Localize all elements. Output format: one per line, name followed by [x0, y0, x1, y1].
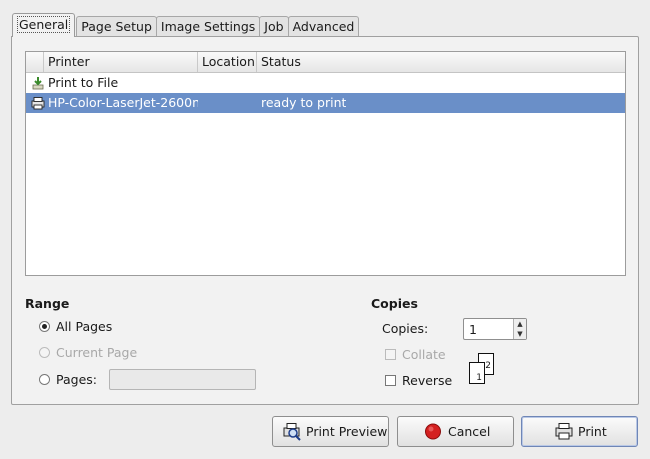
copies-label: Copies: — [382, 321, 429, 336]
printer-name: Print to File — [48, 75, 119, 90]
collate-checkbox[interactable]: Collate — [385, 347, 446, 363]
reverse-checkbox[interactable]: Reverse — [385, 373, 452, 389]
print-label: Print — [578, 424, 607, 439]
all-pages-radio[interactable]: All Pages — [39, 319, 112, 335]
status-column-header[interactable]: Status — [257, 52, 626, 72]
printer-column-header[interactable]: Printer — [44, 52, 198, 72]
tab-image-settings[interactable]: Image Settings — [155, 16, 261, 37]
printer-list-header: Printer Location Status — [26, 52, 625, 73]
printer-list[interactable]: Printer Location Status Print to File HP… — [25, 51, 626, 276]
printer-icon — [555, 423, 573, 440]
current-page-radio[interactable]: Current Page — [39, 345, 137, 361]
reverse-label: Reverse — [402, 373, 453, 388]
check-indicator — [385, 375, 396, 386]
tab-bar: General Page Setup Image Settings Job Ad… — [12, 13, 360, 37]
tab-job-label: Job — [264, 19, 284, 34]
general-page: Printer Location Status Print to File HP… — [11, 36, 639, 405]
collate-label: Collate — [402, 347, 446, 362]
printer-icon — [31, 97, 45, 110]
cancel-icon — [425, 423, 441, 440]
tab-page-setup-label: Page Setup — [81, 19, 152, 34]
all-pages-label: All Pages — [56, 319, 113, 334]
cancel-label: Cancel — [448, 424, 491, 439]
print-preview-icon — [283, 423, 301, 441]
copies-value: 1 — [469, 322, 477, 337]
radio-indicator — [39, 347, 50, 358]
check-indicator — [385, 349, 396, 360]
copies-title: Copies — [371, 296, 418, 311]
pages-label: Pages: — [56, 372, 97, 387]
printer-name: HP-Color-LaserJet-2600n — [48, 95, 198, 110]
tab-page-setup[interactable]: Page Setup — [76, 16, 157, 37]
cancel-button[interactable]: Cancel — [397, 416, 514, 447]
printer-status: ready to print — [261, 95, 347, 110]
printer-row-hp-color-laserjet[interactable]: HP-Color-LaserJet-2600n ready to print — [26, 93, 625, 113]
spin-down-icon[interactable]: ▼ — [514, 329, 526, 339]
tab-general-label: General — [17, 16, 71, 33]
tab-job[interactable]: Job — [259, 16, 289, 37]
radio-indicator — [39, 374, 50, 385]
icon-column-header[interactable] — [26, 52, 44, 72]
copies-spin-buttons: ▲ ▼ — [513, 319, 526, 339]
tab-image-settings-label: Image Settings — [160, 19, 256, 34]
print-button[interactable]: Print — [521, 416, 638, 447]
copies-spinner[interactable]: 1 ▲ ▼ — [463, 318, 527, 340]
printer-row-print-to-file[interactable]: Print to File — [26, 73, 625, 93]
page-order-icon: 2 1 — [467, 353, 497, 387]
current-page-label: Current Page — [56, 345, 138, 360]
print-preview-button[interactable]: Print Preview — [272, 416, 389, 447]
pages-radio[interactable]: Pages: — [39, 372, 97, 388]
tab-advanced[interactable]: Advanced — [287, 16, 360, 37]
print-preview-label: Print Preview — [306, 424, 388, 439]
pages-input[interactable] — [109, 369, 256, 390]
print-to-file-icon — [32, 77, 44, 90]
tab-advanced-label: Advanced — [292, 19, 355, 34]
page-1-icon: 1 — [469, 362, 485, 384]
spin-up-icon[interactable]: ▲ — [514, 319, 526, 329]
range-title: Range — [25, 296, 70, 311]
location-column-header[interactable]: Location — [198, 52, 257, 72]
radio-indicator — [39, 321, 50, 332]
tab-general[interactable]: General — [12, 13, 76, 37]
